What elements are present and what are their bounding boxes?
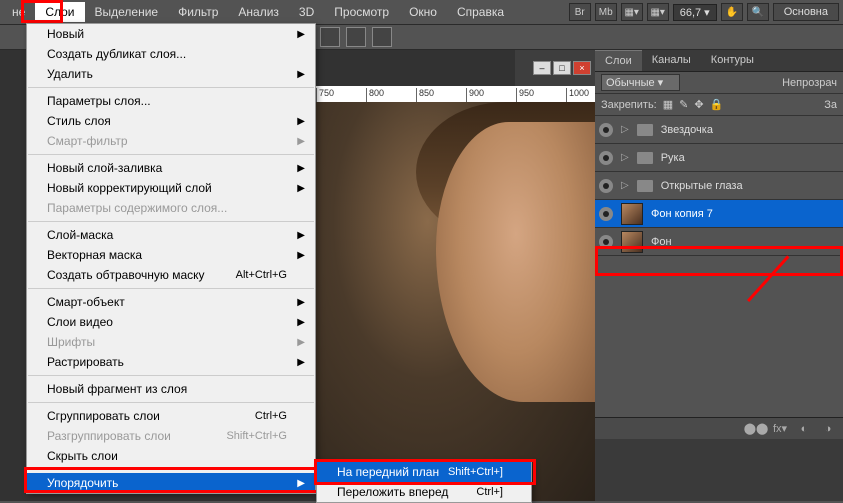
lock-position-icon[interactable]: ✥ [694, 98, 703, 111]
menu-3d[interactable]: 3D [289, 2, 324, 22]
layer-name[interactable]: Звездочка [661, 124, 713, 136]
menu-item[interactable]: Создать дубликат слоя... [27, 44, 315, 64]
menu-item[interactable]: Растрировать▶ [27, 352, 315, 372]
layer-thumbnail[interactable] [621, 231, 643, 253]
menu-item[interactable]: Смарт-объект▶ [27, 292, 315, 312]
link-icon[interactable]: ⬤⬤ [749, 422, 763, 436]
layers-list: ▷ Звездочка ▷ Рука ▷ Открытые глаза Фон копия … [595, 116, 843, 256]
hand-tool-icon[interactable]: ✋ [721, 3, 743, 21]
bridge-icon[interactable]: Br [569, 3, 591, 21]
minibridge-icon[interactable]: Mb [595, 3, 617, 21]
visibility-icon[interactable] [599, 207, 613, 221]
menu-item[interactable]: Параметры слоя... [27, 91, 315, 111]
menu-help[interactable]: Справка [447, 2, 514, 22]
expand-icon[interactable]: ▷ [621, 180, 629, 191]
opacity-label: Непрозрач [782, 77, 837, 89]
menu-item[interactable]: Слои видео▶ [27, 312, 315, 332]
minimize-icon[interactable]: – [533, 61, 551, 75]
layer-name[interactable]: Фон [651, 236, 672, 248]
menu-layers[interactable]: Слои [35, 2, 84, 22]
close-icon[interactable]: × [573, 61, 591, 75]
submenu-item[interactable]: Переложить впередCtrl+] [317, 482, 531, 502]
blend-mode-select[interactable]: Обычные ▾ [601, 74, 680, 91]
tab-paths[interactable]: Контуры [701, 50, 764, 71]
layer-name[interactable]: Рука [661, 152, 685, 164]
lock-pixels-icon[interactable]: ✎ [679, 98, 688, 111]
extras-icon[interactable]: ▦▾ [647, 3, 669, 21]
layer-item[interactable]: Фон копия 7 [595, 200, 843, 228]
layer-name[interactable]: Фон копия 7 [651, 208, 713, 220]
menu-item[interactable]: Новый корректирующий слой▶ [27, 178, 315, 198]
menu-item[interactable]: Упорядочить▶ [27, 473, 315, 493]
panel-tabs: Слои Каналы Контуры [595, 50, 843, 72]
menu-item: Разгруппировать слоиShift+Ctrl+G [27, 426, 315, 446]
menu-item[interactable]: Новый слой-заливка▶ [27, 158, 315, 178]
horizontal-ruler: 750 800 850 900 950 1000 1050 1100 1150 [316, 86, 595, 102]
tab-channels[interactable]: Каналы [642, 50, 701, 71]
menu-item[interactable]: Новый фрагмент из слоя [27, 379, 315, 399]
menu-item[interactable]: Удалить▶ [27, 64, 315, 84]
layers-panel: Слои Каналы Контуры Обычные ▾ Непрозрач … [595, 50, 843, 501]
maximize-icon[interactable]: □ [553, 61, 571, 75]
layer-thumbnail[interactable] [621, 203, 643, 225]
document-window-controls: – □ × [515, 50, 595, 86]
menu-window[interactable]: Окно [399, 2, 447, 22]
menu-analysis[interactable]: Анализ [228, 2, 289, 22]
folder-icon [637, 124, 653, 136]
canvas-image[interactable] [316, 102, 595, 501]
submenu-item[interactable]: На передний планShift+Ctrl+] [317, 462, 531, 482]
lock-all-icon[interactable]: 🔒 [710, 98, 724, 111]
visibility-icon[interactable] [599, 235, 613, 249]
menu-filter[interactable]: Фильтр [168, 2, 228, 22]
menu-item: Смарт-фильтр▶ [27, 131, 315, 151]
layer-name[interactable]: Открытые глаза [661, 180, 743, 192]
layer-item[interactable]: ▷ Звездочка [595, 116, 843, 144]
expand-icon[interactable]: ▷ [621, 152, 629, 163]
menu-item[interactable]: Стиль слоя▶ [27, 111, 315, 131]
folder-icon [637, 180, 653, 192]
layer-dropdown-menu: Новый▶Создать дубликат слоя...Удалить▶ Па… [26, 23, 316, 494]
menu-item: Параметры содержимого слоя... [27, 198, 315, 218]
layer-item[interactable]: ▷ Рука [595, 144, 843, 172]
fx-icon[interactable]: fx▾ [773, 422, 787, 436]
folder-icon [637, 152, 653, 164]
fill-label: За [824, 99, 837, 111]
menu-item[interactable]: Создать обтравочную маскуAlt+Ctrl+G [27, 265, 315, 285]
menu-item[interactable]: Новый▶ [27, 24, 315, 44]
menu-item[interactable]: Слой-маска▶ [27, 225, 315, 245]
layer-item[interactable]: ▷ Открытые глаза [595, 172, 843, 200]
adjustment-icon[interactable]: ◑ [821, 422, 835, 436]
zoom-level[interactable]: 66,7 ▾ [673, 4, 717, 21]
workspace-button[interactable]: Основна [773, 3, 839, 21]
screenmode-icon[interactable]: ▦▾ [621, 3, 643, 21]
tool-icon-3[interactable] [372, 27, 392, 47]
menu-truncated[interactable]: не [2, 2, 35, 22]
menu-view[interactable]: Просмотр [324, 2, 399, 22]
zoom-tool-icon[interactable]: 🔍 [747, 3, 769, 21]
expand-icon[interactable]: ▷ [621, 124, 629, 135]
lock-label: Закрепить: [601, 99, 657, 111]
arrange-submenu: На передний планShift+Ctrl+]Переложить в… [316, 461, 532, 503]
layer-item[interactable]: Фон [595, 228, 843, 256]
tab-layers[interactable]: Слои [595, 50, 642, 71]
menu-item[interactable]: Векторная маска▶ [27, 245, 315, 265]
menu-select[interactable]: Выделение [85, 2, 169, 22]
visibility-icon[interactable] [599, 123, 613, 137]
menu-item: Шрифты▶ [27, 332, 315, 352]
main-menubar: не Слои Выделение Фильтр Анализ 3D Просм… [0, 0, 843, 24]
tool-icon-2[interactable] [346, 27, 366, 47]
panel-empty-area [595, 439, 843, 501]
mask-icon[interactable]: ◐ [797, 422, 811, 436]
visibility-icon[interactable] [599, 151, 613, 165]
menu-item[interactable]: Скрыть слои [27, 446, 315, 466]
tool-icon-1[interactable] [320, 27, 340, 47]
menu-item[interactable]: Сгруппировать слоиCtrl+G [27, 406, 315, 426]
lock-transparency-icon[interactable]: ▦ [663, 98, 673, 111]
layers-panel-footer: ⬤⬤ fx▾ ◐ ◑ [595, 417, 843, 439]
visibility-icon[interactable] [599, 179, 613, 193]
